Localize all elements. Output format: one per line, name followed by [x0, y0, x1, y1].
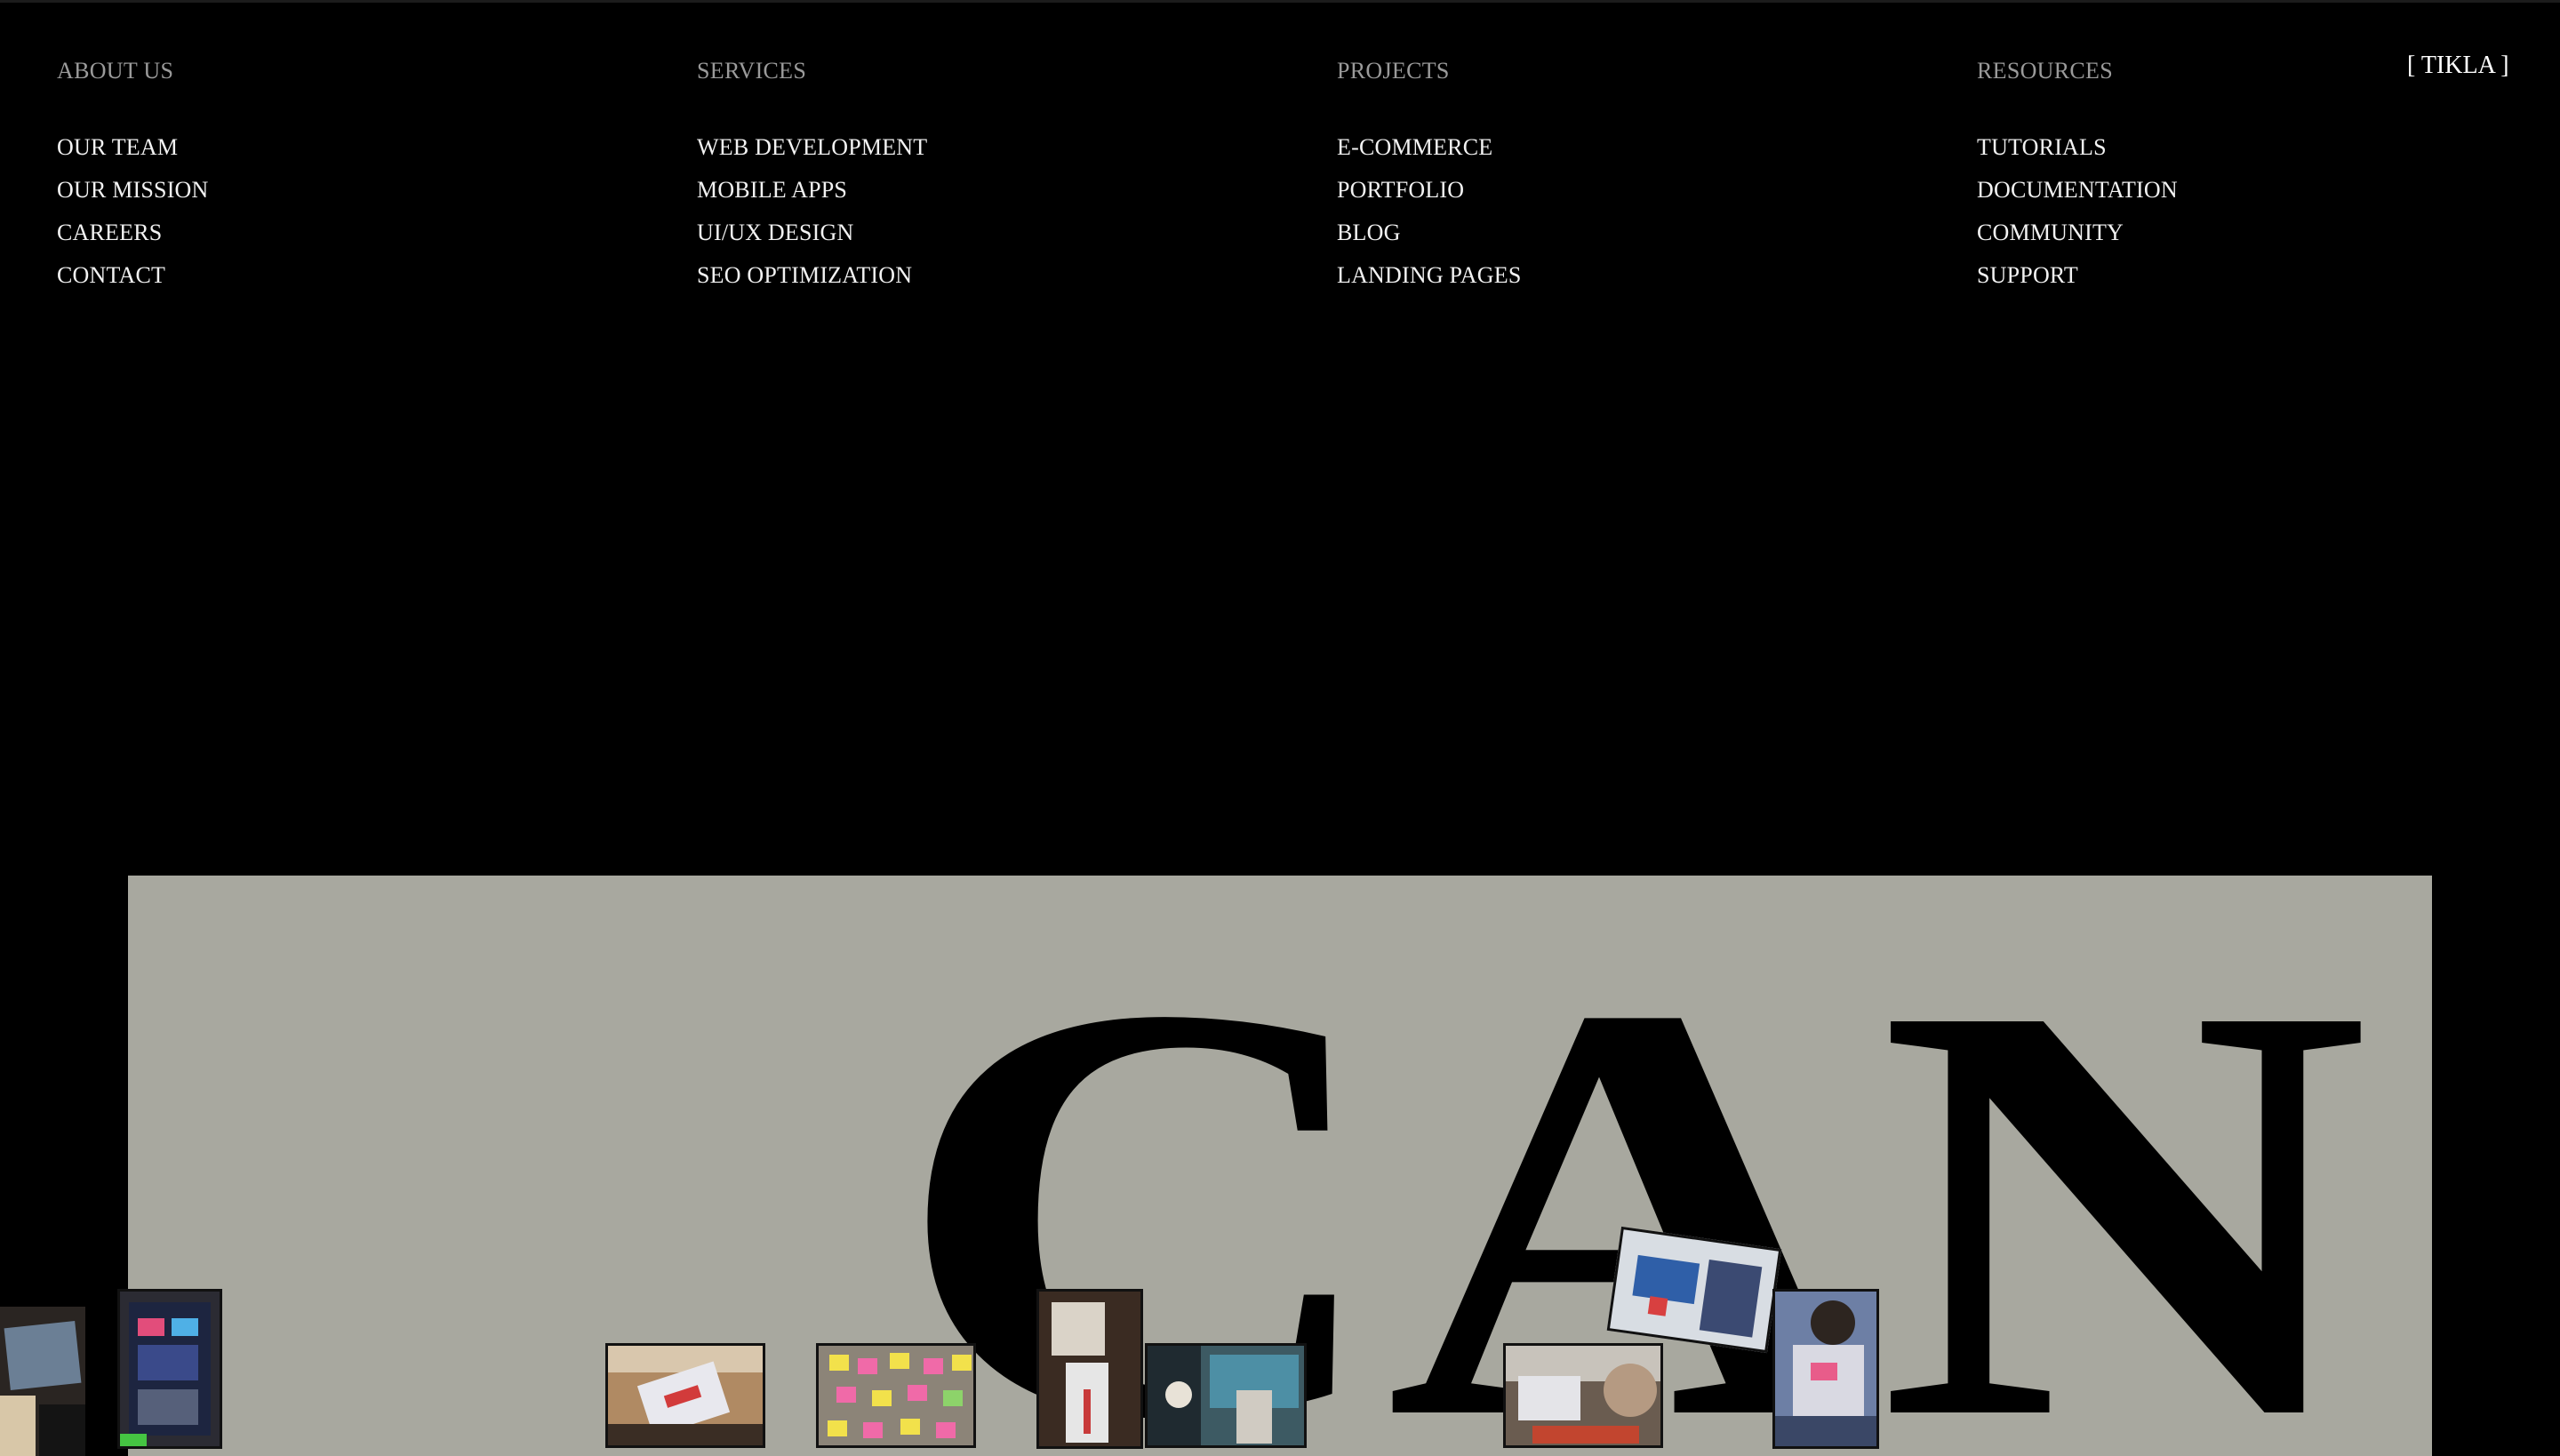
photo-tablet-screen: [1632, 1254, 1700, 1305]
nav-column-services: SERVICES WEB DEVELOPMENT MOBILE APPS UI/…: [697, 55, 927, 297]
photo-laptop-screen: [1518, 1376, 1580, 1420]
photo-sticky-pink-3: [836, 1387, 856, 1403]
nav-link-contact[interactable]: CONTACT: [57, 254, 209, 297]
nav-link-seo-optimization[interactable]: SEO OPTIMIZATION: [697, 254, 927, 297]
photo-person-with-tablet[interactable]: [1606, 1226, 1782, 1354]
nav-link-e-commerce[interactable]: E-COMMERCE: [1337, 126, 1522, 169]
photo-office-doorway[interactable]: [1036, 1289, 1143, 1449]
nav-heading-about-us: ABOUT US: [57, 58, 174, 84]
nav-link-community[interactable]: COMMUNITY: [1977, 212, 2178, 254]
photo-person-with-laptop[interactable]: [1772, 1289, 1879, 1449]
photo-sticky-green-1: [943, 1390, 963, 1406]
photo-desk-shadow: [608, 1424, 763, 1445]
nav-heading-projects: PROJECTS: [1337, 58, 1450, 84]
nav-link-documentation[interactable]: DOCUMENTATION: [1977, 169, 2178, 212]
photo-sticky-pink-4: [908, 1385, 927, 1401]
nav-link-web-development[interactable]: WEB DEVELOPMENT: [697, 126, 927, 169]
photo-sticky-pink-6: [936, 1422, 956, 1438]
photo-table-bottom: [1775, 1416, 1876, 1446]
nav-link-mobile-apps[interactable]: MOBILE APPS: [697, 169, 927, 212]
photo-laptop-screen: [4, 1321, 82, 1390]
photo-laptop-on-table[interactable]: [1503, 1343, 1663, 1448]
photo-sticky-note-board[interactable]: [816, 1343, 976, 1448]
photo-sticky-pink-2: [924, 1358, 943, 1374]
photo-sticky-yellow-2: [890, 1353, 909, 1369]
top-divider: [0, 0, 2560, 3]
photo-shadow-area: [39, 1404, 85, 1456]
photo-table-accent: [1532, 1426, 1639, 1444]
photo-lamp-glow: [0, 1396, 36, 1456]
photo-lamp: [1165, 1381, 1192, 1408]
nav-heading-resources: RESOURCES: [1977, 58, 2113, 84]
photo-tablet-on-desk[interactable]: [605, 1343, 765, 1448]
photo-screen-tile-blue: [172, 1318, 198, 1336]
nav-link-ui-ux-design[interactable]: UI/UX DESIGN: [697, 212, 927, 254]
nav-link-our-mission[interactable]: OUR MISSION: [57, 169, 209, 212]
photo-person-head: [1811, 1300, 1855, 1345]
nav-link-portfolio[interactable]: PORTFOLIO: [1337, 169, 1522, 212]
photo-screen-tile-pink: [138, 1318, 164, 1336]
nav-link-support[interactable]: SUPPORT: [1977, 254, 2178, 297]
nav-heading-services: SERVICES: [697, 58, 807, 84]
photo-laptop-desk-dark[interactable]: [0, 1307, 85, 1456]
photo-red-object: [1647, 1296, 1668, 1316]
photo-person-body: [1699, 1260, 1763, 1338]
photo-sticky-yellow-1: [829, 1355, 849, 1371]
photo-desk-light: [608, 1346, 763, 1372]
photo-person-head: [1604, 1364, 1657, 1417]
photo-sticky-yellow-4: [872, 1390, 892, 1406]
photo-team-meeting-teal[interactable]: [1145, 1343, 1307, 1448]
tikla-brand-button[interactable]: [ TIKLA ]: [2407, 52, 2509, 80]
photo-screen-tile-navy: [138, 1345, 198, 1380]
nav-link-our-team[interactable]: OUR TEAM: [57, 126, 209, 169]
photo-person-shirt: [1236, 1390, 1272, 1444]
photo-screen-tile-grey: [138, 1389, 198, 1425]
nav-column-projects: PROJECTS E-COMMERCE PORTFOLIO BLOG LANDI…: [1337, 55, 1522, 297]
photo-green-accent: [120, 1434, 147, 1446]
photo-sticky-yellow-6: [900, 1419, 920, 1435]
nav-link-blog[interactable]: BLOG: [1337, 212, 1522, 254]
nav-link-landing-pages[interactable]: LANDING PAGES: [1337, 254, 1522, 297]
nav-list-services: WEB DEVELOPMENT MOBILE APPS UI/UX DESIGN…: [697, 126, 927, 297]
nav-list-resources: TUTORIALS DOCUMENTATION COMMUNITY SUPPOR…: [1977, 126, 2178, 297]
nav-list-projects: E-COMMERCE PORTFOLIO BLOG LANDING PAGES: [1337, 126, 1522, 297]
photo-laptop-body: [1793, 1345, 1864, 1416]
photo-monitor-screens[interactable]: [117, 1289, 222, 1449]
photo-window-light: [1052, 1302, 1105, 1356]
photo-sticky-pink-1: [858, 1358, 877, 1374]
photo-sticky-yellow-3: [952, 1355, 972, 1371]
photo-laptop-sticker: [1811, 1363, 1837, 1380]
nav-column-about-us: ABOUT US OUR TEAM OUR MISSION CAREERS CO…: [57, 55, 209, 297]
nav-list-about-us: OUR TEAM OUR MISSION CAREERS CONTACT: [57, 126, 209, 297]
nav-link-careers[interactable]: CAREERS: [57, 212, 209, 254]
photo-sticky-yellow-5: [828, 1420, 847, 1436]
nav-link-tutorials[interactable]: TUTORIALS: [1977, 126, 2178, 169]
photo-sticky-pink-5: [863, 1422, 883, 1438]
nav-column-resources: RESOURCES TUTORIALS DOCUMENTATION COMMUN…: [1977, 55, 2178, 297]
photo-red-stripe: [1084, 1389, 1091, 1434]
